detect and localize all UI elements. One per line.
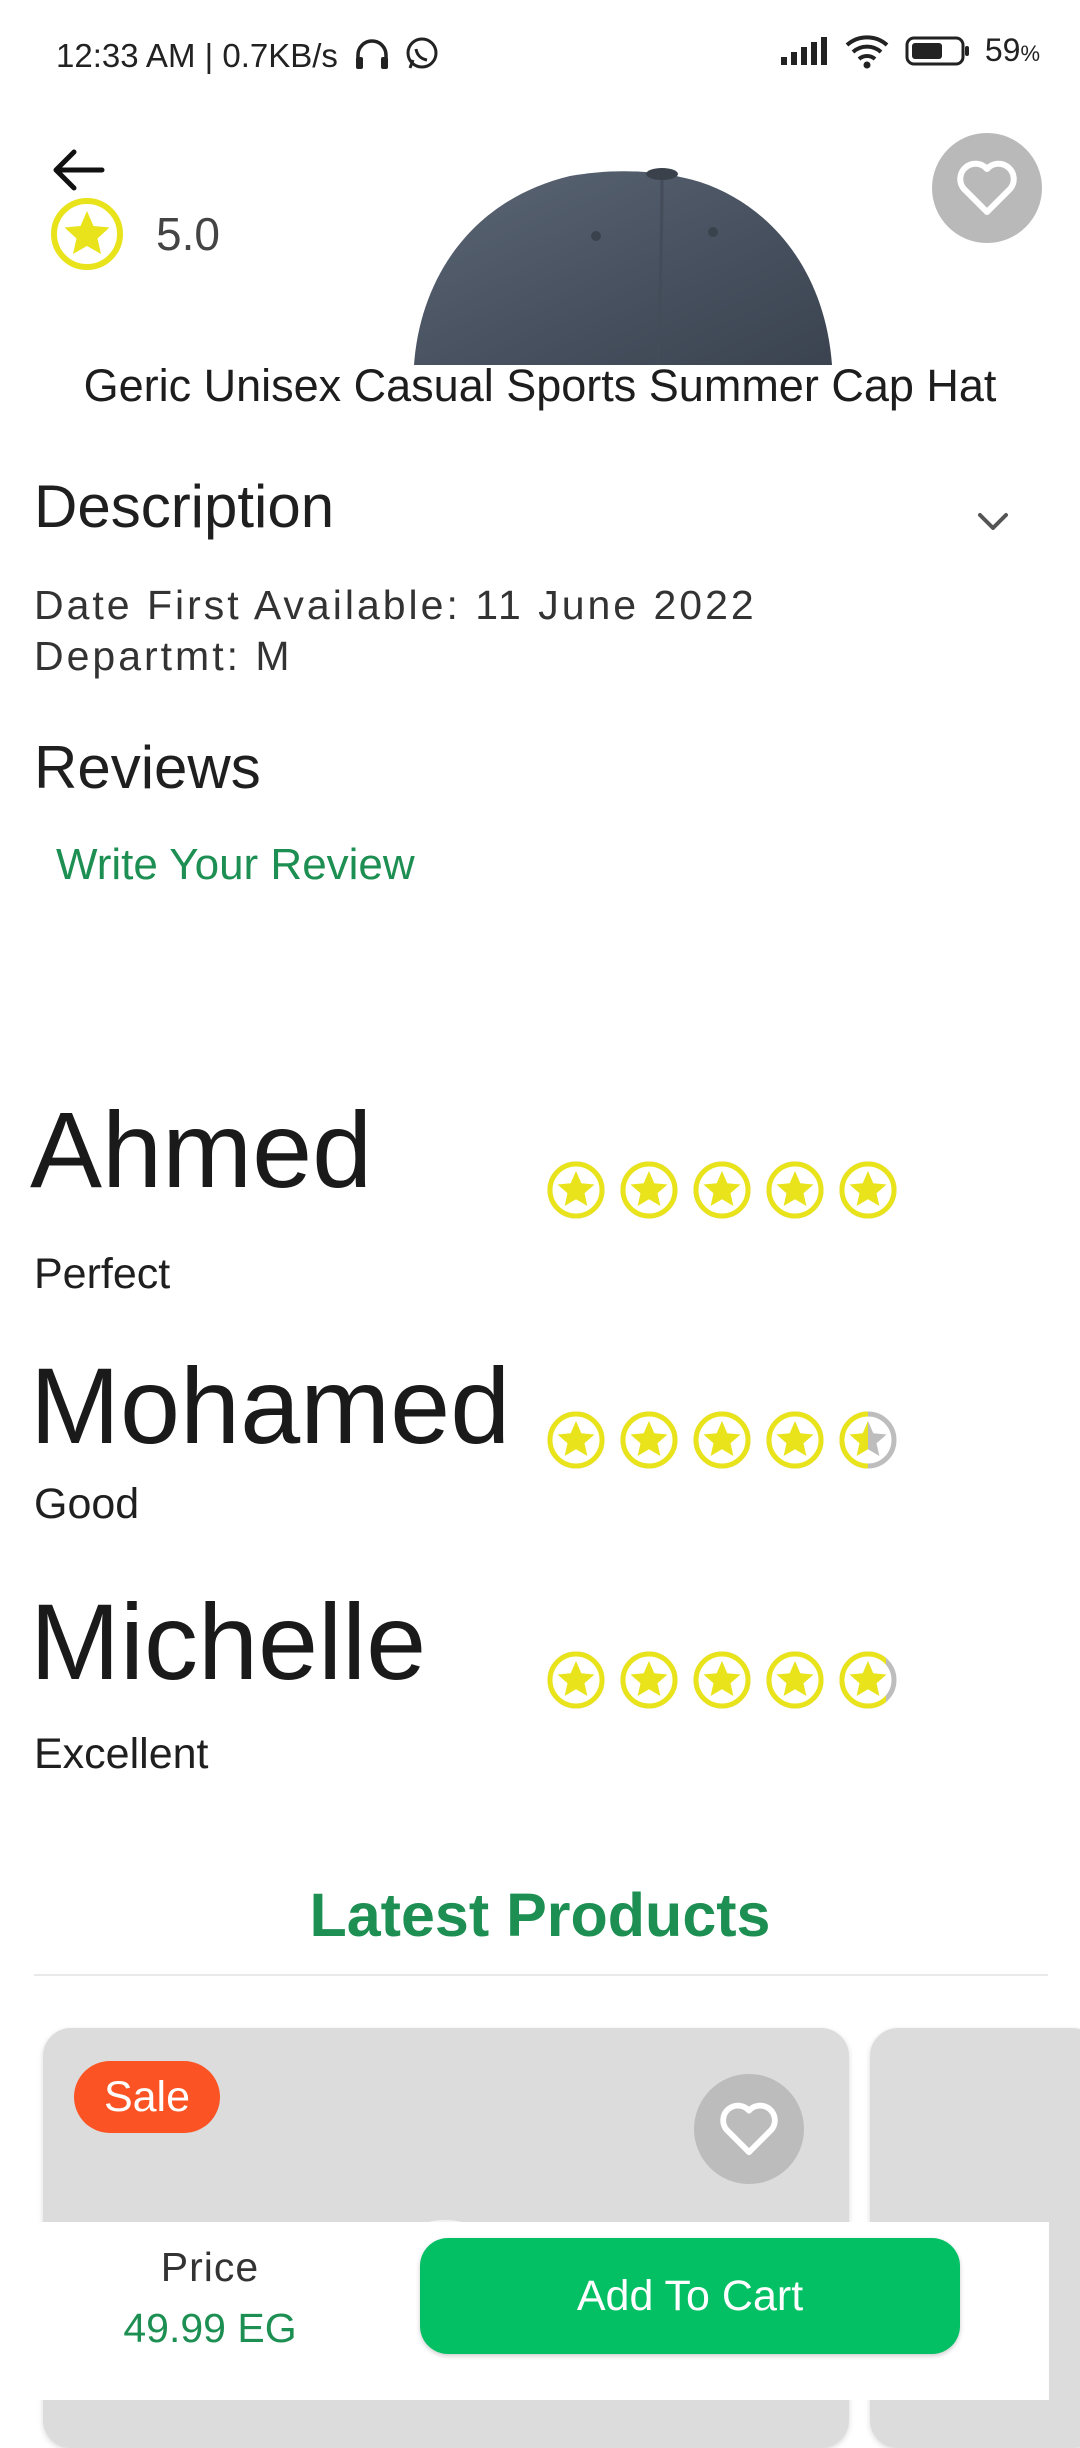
whatsapp-icon [406,37,438,69]
heart-icon [720,2102,778,2156]
battery-icon [905,36,969,65]
review-comment: Perfect [34,1250,171,1298]
sale-badge: Sale [74,2061,220,2133]
product-rating: 5.0 [48,195,220,273]
reviews-heading: Reviews [34,734,261,801]
review-author: Mohamed [30,1345,511,1466]
chevron-down-icon [978,513,1008,530]
write-review-link[interactable]: Write Your Review [56,840,415,890]
rating-star-icon [766,1411,824,1469]
rating-star-icon [693,1411,751,1469]
review-stars [546,1410,898,1470]
back-button[interactable] [44,130,114,200]
headphones-icon [356,39,389,69]
battery-percent: 59% [985,32,1040,69]
status-time: 12:33 AM | 0.7KB/s [56,36,440,75]
rating-star-icon [693,1161,751,1219]
review-comment: Excellent [34,1730,209,1778]
description-line: Departmt: M [34,633,293,679]
description-line: Date First Available: 11 June 2022 [34,582,757,628]
description-toggle[interactable] [968,502,1018,542]
rating-star-icon [766,1161,824,1219]
rating-star-icon [839,1651,897,1709]
battery-percent-value: 59 [984,32,1021,68]
battery-percent-sign: % [1020,41,1040,66]
status-time-text: 12:33 AM | 0.7KB/s [56,37,338,74]
divider [34,1974,1048,1976]
card-favorite-button[interactable] [694,2074,804,2184]
rating-star-icon [547,1651,605,1709]
rating-star-icon [547,1161,605,1219]
description-text: Date First Available: 11 June 2022 Depar… [34,580,757,682]
rating-star-icon [620,1161,678,1219]
product-title: Geric Unisex Casual Sports Summer Cap Ha… [83,360,997,411]
add-to-cart-button[interactable]: Add To Cart [420,2238,960,2354]
arrow-left-icon [53,149,105,191]
rating-star-icon [766,1651,824,1709]
rating-value: 5.0 [156,208,220,260]
status-bar: 12:33 AM | 0.7KB/s 59% [0,0,1080,110]
wifi-icon [845,34,889,68]
cap-image [414,168,832,365]
description-heading: Description [34,473,335,540]
rating-star-icon [620,1411,678,1469]
heart-icon [957,160,1017,215]
review-stars [546,1160,898,1220]
review-comment: Good [34,1480,140,1528]
latest-products-heading: Latest Products [309,1881,771,1949]
price-label: Price [160,2244,260,2290]
rating-star-icon [620,1651,678,1709]
star-icon [51,198,123,270]
review-author: Michelle [30,1581,427,1702]
favorite-button[interactable] [932,133,1042,243]
status-icons: 59% [779,32,1040,69]
review-stars [546,1650,898,1710]
review-author: Ahmed [30,1089,373,1210]
rating-star-icon [839,1161,897,1219]
rating-star-icon [547,1411,605,1469]
rating-star-icon [839,1411,897,1469]
product-image [400,160,850,365]
price-value: 49.99 EG [123,2305,297,2351]
rating-star-icon [693,1651,751,1709]
signal-icon [780,36,827,65]
